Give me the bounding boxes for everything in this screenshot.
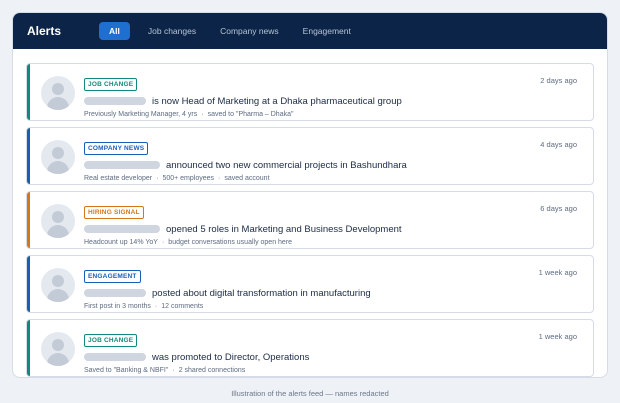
- tab-company-news[interactable]: Company news: [220, 22, 279, 40]
- tab-job-changes[interactable]: Job changes: [148, 22, 196, 40]
- alert-accent-bar: [27, 256, 30, 312]
- alert-accent-bar: [27, 320, 30, 376]
- alert-meta: Previously Marketing Manager, 4 yrs · save…: [84, 111, 294, 118]
- alert-accent-bar: [27, 192, 30, 248]
- alert-accent-bar: [27, 128, 30, 184]
- avatar[interactable]: [41, 76, 75, 110]
- redacted-name: [84, 161, 160, 169]
- meta-item: Headcount up 14% YoY: [84, 239, 158, 246]
- meta-item: Saved to "Banking & NBFI": [84, 367, 169, 374]
- alert-text: posted about digital transformation in m…: [152, 287, 371, 299]
- alert-card[interactable]: JOB CHANGE is now Head of Marketing at a…: [26, 63, 594, 121]
- alert-timestamp: 1 week ago: [538, 332, 577, 341]
- alert-meta: First post in 3 months · 12 comments: [84, 303, 204, 310]
- alert-meta: Headcount up 14% YoY · budget conversation…: [84, 239, 293, 246]
- meta-item: Previously Marketing Manager, 4 yrs: [84, 111, 198, 118]
- redacted-name: [84, 97, 146, 105]
- alert-timestamp: 1 week ago: [538, 268, 577, 277]
- page-title: Alerts: [27, 24, 62, 38]
- alert-card[interactable]: COMPANY NEWS announced two new commercia…: [26, 127, 594, 185]
- alert-type-badge: ENGAGEMENT: [84, 270, 141, 283]
- alert-type-badge: JOB CHANGE: [84, 334, 138, 347]
- redacted-name: [84, 289, 146, 297]
- meta-item: budget conversations usually open here: [168, 239, 293, 246]
- tab-all[interactable]: All: [99, 22, 130, 40]
- alerts-panel: Alerts All Job changes Company news Enga…: [12, 12, 608, 378]
- redacted-name: [84, 225, 160, 233]
- avatar[interactable]: [41, 140, 75, 174]
- alert-type-badge: COMPANY NEWS: [84, 142, 149, 155]
- alert-text: is now Head of Marketing at a Dhaka phar…: [152, 95, 402, 107]
- alert-meta: Real estate developer · 500+ employees · sav…: [84, 175, 270, 182]
- avatar[interactable]: [41, 204, 75, 238]
- meta-item: 2 shared connections: [178, 367, 246, 374]
- alert-type-badge: HIRING SIGNAL: [84, 206, 144, 219]
- meta-item: Real estate developer: [84, 175, 153, 182]
- alert-accent-bar: [27, 64, 30, 120]
- alert-card[interactable]: JOB CHANGE was promoted to Director, Ope…: [26, 319, 594, 377]
- meta-item: saved account: [224, 175, 270, 182]
- meta-item: 12 comments: [161, 303, 204, 310]
- footer-caption: Illustration of the alerts feed — names …: [231, 389, 389, 398]
- filter-tabs: All Job changes Company news Engagement: [99, 22, 375, 40]
- alert-text: was promoted to Director, Operations: [152, 351, 310, 363]
- alert-type-badge: JOB CHANGE: [84, 78, 138, 91]
- avatar[interactable]: [41, 268, 75, 302]
- alert-timestamp: 2 days ago: [540, 76, 577, 85]
- alerts-header: Alerts All Job changes Company news Enga…: [13, 13, 607, 49]
- avatar[interactable]: [41, 332, 75, 366]
- alert-meta: Saved to "Banking & NBFI" · 2 shared conne…: [84, 367, 246, 374]
- meta-item: First post in 3 months: [84, 303, 151, 310]
- alert-card[interactable]: ENGAGEMENT posted about digital transfor…: [26, 255, 594, 313]
- alert-text: announced two new commercial projects in…: [166, 159, 407, 171]
- alert-card[interactable]: HIRING SIGNAL opened 5 roles in Marketin…: [26, 191, 594, 249]
- alerts-list: JOB CHANGE is now Head of Marketing at a…: [13, 49, 607, 377]
- alert-timestamp: 4 days ago: [540, 140, 577, 149]
- meta-item: saved to "Pharma – Dhaka": [207, 111, 294, 118]
- alert-text: opened 5 roles in Marketing and Business…: [166, 223, 402, 235]
- tab-engagement[interactable]: Engagement: [303, 22, 351, 40]
- meta-item: 500+ employees: [162, 175, 215, 182]
- redacted-name: [84, 353, 146, 361]
- alert-timestamp: 6 days ago: [540, 204, 577, 213]
